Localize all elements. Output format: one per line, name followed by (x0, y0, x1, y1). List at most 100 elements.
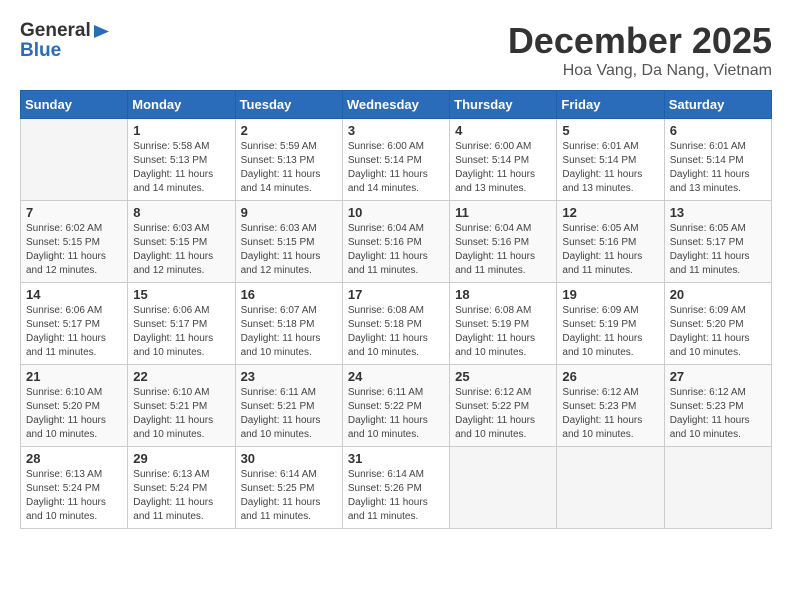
day-info: Sunrise: 6:14 AMSunset: 5:25 PMDaylight:… (241, 468, 337, 524)
title-block: December 2025 Hoa Vang, Da Nang, Vietnam (508, 20, 772, 80)
day-info: Sunrise: 6:08 AMSunset: 5:18 PMDaylight:… (348, 304, 444, 360)
calendar-header-row: SundayMondayTuesdayWednesdayThursdayFrid… (21, 91, 772, 119)
calendar-cell: 6Sunrise: 6:01 AMSunset: 5:14 PMDaylight… (664, 119, 771, 201)
calendar-cell: 1Sunrise: 5:58 AMSunset: 5:13 PMDaylight… (128, 119, 235, 201)
calendar-cell: 29 Sunrise: 6:13 AMSunset: 5:24 PMDayligh… (128, 447, 235, 529)
calendar-cell: 30 Sunrise: 6:14 AMSunset: 5:25 PMDayligh… (235, 447, 342, 529)
day-info: Sunrise: 6:01 AMSunset: 5:14 PMDaylight:… (562, 140, 658, 196)
day-info: Sunrise: 6:10 AMSunset: 5:21 PMDaylight:… (133, 386, 229, 442)
day-number: 10 (348, 205, 444, 220)
logo-blue: Blue (20, 40, 109, 62)
calendar-header-sunday: Sunday (21, 91, 128, 119)
day-number: 16 (241, 287, 337, 302)
day-number: 25 (455, 369, 551, 384)
calendar-cell: 27 Sunrise: 6:12 AMSunset: 5:23 PMDayligh… (664, 365, 771, 447)
calendar-week-2: 7 Sunrise: 6:02 AMSunset: 5:15 PMDaylight… (21, 201, 772, 283)
day-number: 31 (348, 451, 444, 466)
calendar-cell (21, 119, 128, 201)
day-number: 4 (455, 123, 551, 138)
calendar-cell: 21 Sunrise: 6:10 AMSunset: 5:20 PMDayligh… (21, 365, 128, 447)
day-number: 17 (348, 287, 444, 302)
calendar-subtitle: Hoa Vang, Da Nang, Vietnam (508, 62, 772, 80)
day-number: 24 (348, 369, 444, 384)
calendar-header-thursday: Thursday (450, 91, 557, 119)
day-number: 29 (133, 451, 229, 466)
day-number: 19 (562, 287, 658, 302)
calendar-cell: 25 Sunrise: 6:12 AMSunset: 5:22 PMDayligh… (450, 365, 557, 447)
calendar-header-wednesday: Wednesday (342, 91, 449, 119)
calendar-cell: 11Sunrise: 6:04 AMSunset: 5:16 PMDayligh… (450, 201, 557, 283)
day-number: 2 (241, 123, 337, 138)
calendar-cell: 19 Sunrise: 6:09 AMSunset: 5:19 PMDayligh… (557, 283, 664, 365)
calendar-cell: 13 Sunrise: 6:05 AMSunset: 5:17 PMDayligh… (664, 201, 771, 283)
day-info: Sunrise: 6:00 AMSunset: 5:14 PMDaylight:… (348, 140, 444, 196)
day-number: 8 (133, 205, 229, 220)
day-info: Sunrise: 6:11 AMSunset: 5:22 PMDaylight:… (348, 386, 444, 442)
calendar-header-saturday: Saturday (664, 91, 771, 119)
calendar-cell: 23 Sunrise: 6:11 AMSunset: 5:21 PMDayligh… (235, 365, 342, 447)
calendar-week-3: 14 Sunrise: 6:06 AMSunset: 5:17 PMDayligh… (21, 283, 772, 365)
day-number: 1 (133, 123, 229, 138)
calendar-cell: 12 Sunrise: 6:05 AMSunset: 5:16 PMDayligh… (557, 201, 664, 283)
day-info: Sunrise: 6:00 AMSunset: 5:14 PMDaylight:… (455, 140, 551, 196)
calendar-cell: 15Sunrise: 6:06 AMSunset: 5:17 PMDayligh… (128, 283, 235, 365)
day-info: Sunrise: 6:05 AMSunset: 5:16 PMDaylight:… (562, 222, 658, 278)
calendar-cell: 18 Sunrise: 6:08 AMSunset: 5:19 PMDayligh… (450, 283, 557, 365)
day-info: Sunrise: 6:14 AMSunset: 5:26 PMDaylight:… (348, 468, 444, 524)
calendar-cell (557, 447, 664, 529)
calendar-cell: 5 Sunrise: 6:01 AMSunset: 5:14 PMDaylight… (557, 119, 664, 201)
day-number: 21 (26, 369, 122, 384)
day-number: 3 (348, 123, 444, 138)
day-info: Sunrise: 6:03 AMSunset: 5:15 PMDaylight:… (241, 222, 337, 278)
day-info: Sunrise: 6:12 AMSunset: 5:23 PMDaylight:… (562, 386, 658, 442)
calendar-cell: 31 Sunrise: 6:14 AMSunset: 5:26 PMDayligh… (342, 447, 449, 529)
calendar-cell: 9 Sunrise: 6:03 AMSunset: 5:15 PMDaylight… (235, 201, 342, 283)
day-info: Sunrise: 6:09 AMSunset: 5:20 PMDaylight:… (670, 304, 766, 360)
calendar-cell: 7 Sunrise: 6:02 AMSunset: 5:15 PMDaylight… (21, 201, 128, 283)
day-number: 14 (26, 287, 122, 302)
day-info: Sunrise: 6:03 AMSunset: 5:15 PMDaylight:… (133, 222, 229, 278)
day-info: Sunrise: 6:02 AMSunset: 5:15 PMDaylight:… (26, 222, 122, 278)
day-number: 28 (26, 451, 122, 466)
day-info: Sunrise: 6:08 AMSunset: 5:19 PMDaylight:… (455, 304, 551, 360)
calendar-cell: 10 Sunrise: 6:04 AMSunset: 5:16 PMDayligh… (342, 201, 449, 283)
calendar-cell: 26 Sunrise: 6:12 AMSunset: 5:23 PMDayligh… (557, 365, 664, 447)
logo-arrow (94, 25, 109, 38)
day-info: Sunrise: 6:12 AMSunset: 5:22 PMDaylight:… (455, 386, 551, 442)
day-number: 5 (562, 123, 658, 138)
day-number: 30 (241, 451, 337, 466)
calendar-header-friday: Friday (557, 91, 664, 119)
calendar-title: December 2025 (508, 20, 772, 62)
day-info: Sunrise: 6:09 AMSunset: 5:19 PMDaylight:… (562, 304, 658, 360)
logo-general: General (20, 20, 91, 42)
calendar-week-4: 21 Sunrise: 6:10 AMSunset: 5:20 PMDayligh… (21, 365, 772, 447)
day-number: 23 (241, 369, 337, 384)
day-info: Sunrise: 6:06 AMSunset: 5:17 PMDaylight:… (26, 304, 122, 360)
day-number: 13 (670, 205, 766, 220)
day-info: Sunrise: 6:07 AMSunset: 5:18 PMDaylight:… (241, 304, 337, 360)
calendar-cell: 24 Sunrise: 6:11 AMSunset: 5:22 PMDayligh… (342, 365, 449, 447)
calendar-week-5: 28 Sunrise: 6:13 AMSunset: 5:24 PMDayligh… (21, 447, 772, 529)
day-info: Sunrise: 6:04 AMSunset: 5:16 PMDaylight:… (348, 222, 444, 278)
calendar-header-tuesday: Tuesday (235, 91, 342, 119)
day-info: Sunrise: 6:12 AMSunset: 5:23 PMDaylight:… (670, 386, 766, 442)
day-number: 9 (241, 205, 337, 220)
day-info: Sunrise: 6:13 AMSunset: 5:24 PMDaylight:… (26, 468, 122, 524)
day-number: 27 (670, 369, 766, 384)
calendar-cell: 2 Sunrise: 5:59 AMSunset: 5:13 PMDaylight… (235, 119, 342, 201)
day-info: Sunrise: 5:59 AMSunset: 5:13 PMDaylight:… (241, 140, 337, 196)
day-number: 12 (562, 205, 658, 220)
calendar-header-monday: Monday (128, 91, 235, 119)
logo: General Blue (20, 20, 109, 62)
day-number: 26 (562, 369, 658, 384)
calendar-cell: 14 Sunrise: 6:06 AMSunset: 5:17 PMDayligh… (21, 283, 128, 365)
day-number: 11 (455, 205, 551, 220)
day-number: 18 (455, 287, 551, 302)
day-info: Sunrise: 6:11 AMSunset: 5:21 PMDaylight:… (241, 386, 337, 442)
calendar-table: SundayMondayTuesdayWednesdayThursdayFrid… (20, 90, 772, 529)
calendar-cell (450, 447, 557, 529)
day-number: 7 (26, 205, 122, 220)
day-info: Sunrise: 6:13 AMSunset: 5:24 PMDaylight:… (133, 468, 229, 524)
day-info: Sunrise: 6:10 AMSunset: 5:20 PMDaylight:… (26, 386, 122, 442)
day-info: Sunrise: 6:05 AMSunset: 5:17 PMDaylight:… (670, 222, 766, 278)
